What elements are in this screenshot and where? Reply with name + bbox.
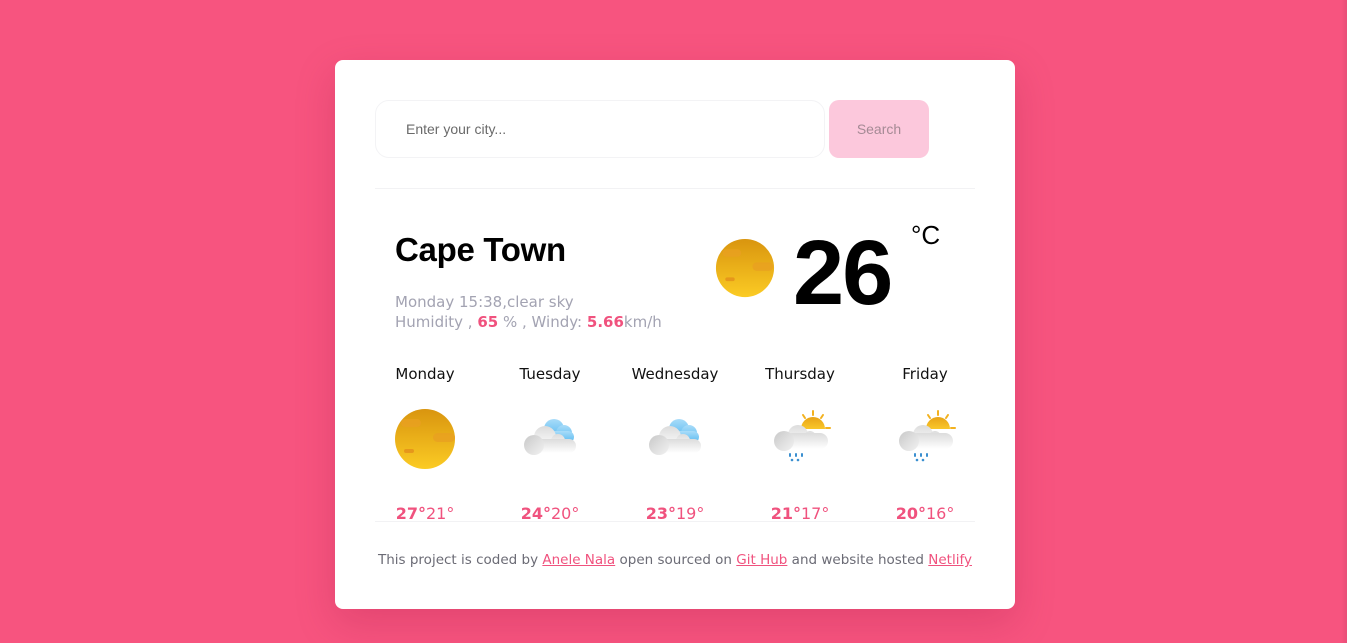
- city-name: Cape Town: [395, 231, 566, 268]
- wind-unit: km/h: [623, 313, 662, 331]
- humidity-wind-line: Humidity , 65 % , Windy: 5.66km/h: [395, 312, 662, 332]
- forecast-day: Tuesday 24°20°: [490, 365, 610, 523]
- author-link[interactable]: Anele Nala: [542, 552, 615, 568]
- temperature-unit: °C: [911, 220, 941, 250]
- divider: [375, 521, 975, 522]
- sun-cloud-rain-icon: [899, 410, 956, 462]
- divider: [375, 188, 975, 189]
- forecast-day-name: Friday: [902, 365, 948, 383]
- footer-text: and website hosted: [791, 552, 924, 568]
- forecast-day: Thursday 21°17°: [740, 365, 860, 523]
- footer-credits: This project is coded by Anele Nala open…: [335, 552, 1015, 568]
- forecast-day-name: Monday: [395, 365, 455, 383]
- footer-text: open sourced on: [619, 552, 733, 568]
- clear-sky-sun-icon: [715, 238, 775, 298]
- forecast-day-name: Wednesday: [631, 365, 719, 383]
- forecast-day: Monday 27°21°: [365, 365, 485, 523]
- wind-value: 5.66: [586, 313, 624, 331]
- github-link[interactable]: Git Hub: [736, 552, 787, 568]
- forecast-day-name: Thursday: [765, 365, 835, 383]
- scrollbar-shade: [1341, 0, 1347, 643]
- day-time-description: Monday 15:38,clear sky: [395, 293, 574, 311]
- humidity-label: Humidity ,: [395, 313, 473, 331]
- current-temperature: 26: [793, 222, 893, 324]
- sun-cloud-rain-icon: [774, 410, 831, 462]
- cloudy-icon: [649, 419, 701, 455]
- search-form: Search: [375, 100, 930, 158]
- footer-text: This project is coded by: [377, 552, 539, 568]
- weather-card: Search Cape Town Monday 15:38,clear sky …: [335, 60, 1015, 609]
- cloudy-icon: [524, 419, 576, 455]
- forecast-row: Monday 27°21° Tuesday 24°20° Wednesday 2…: [375, 365, 975, 525]
- humidity-unit-wind-label: % , Windy:: [503, 313, 583, 331]
- forecast-day: Wednesday 23°19°: [615, 365, 735, 523]
- forecast-day: Friday 20°16°: [865, 365, 985, 523]
- forecast-day-name: Tuesday: [519, 365, 581, 383]
- humidity-value: 65: [477, 313, 499, 331]
- netlify-link[interactable]: Netlify: [928, 552, 972, 568]
- clear-sky-sun-icon: [395, 409, 455, 469]
- city-search-input[interactable]: [375, 100, 825, 158]
- current-details: Monday 15:38,clear sky Humidity , 65 % ,…: [395, 292, 662, 332]
- search-button[interactable]: Search: [829, 100, 929, 158]
